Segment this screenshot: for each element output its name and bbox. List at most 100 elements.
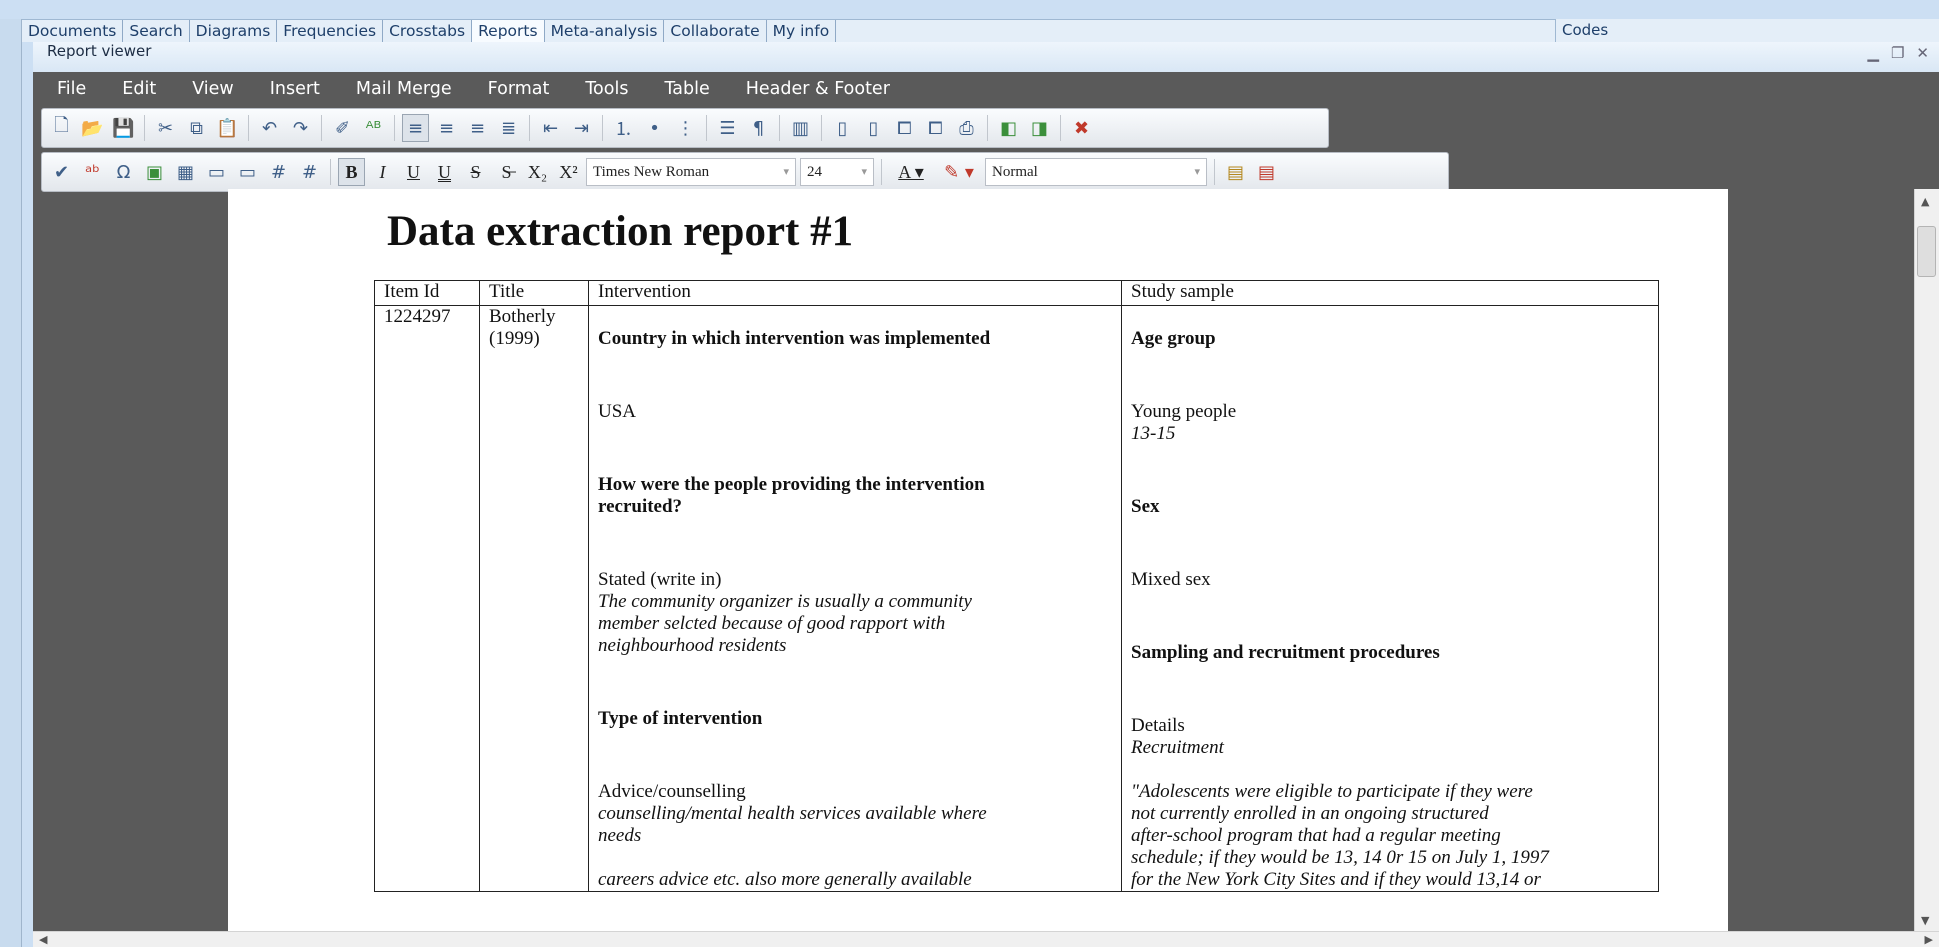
window-titlebar: Report viewer ▁ ❐ ✕ xyxy=(33,42,1939,72)
redo-icon[interactable]: ↷ xyxy=(287,114,314,142)
decrease-indent-icon[interactable]: ⇤ xyxy=(537,114,564,142)
page-setup-icon[interactable]: ▯ xyxy=(829,114,856,142)
vertical-scroll-thumb[interactable] xyxy=(1917,226,1936,277)
tab-my-info[interactable]: My info xyxy=(767,20,837,42)
intervention-question: Type of intervention xyxy=(598,708,763,729)
vertical-scrollbar[interactable]: ▲ ▼ xyxy=(1914,189,1939,931)
insert-image-icon[interactable]: ▣ xyxy=(141,158,168,186)
report-table: Item Id Title Intervention Study sample … xyxy=(374,280,1659,892)
insert-footer-icon[interactable]: ▭ xyxy=(234,158,261,186)
sample-quote: "Adolescents were eligible to participat… xyxy=(1131,781,1533,802)
insert-date-icon[interactable]: ▤ xyxy=(1222,158,1249,186)
font-family-select[interactable]: Times New Roman xyxy=(586,158,796,186)
menu-table[interactable]: Table xyxy=(646,79,727,99)
format-painter-icon[interactable]: ✐ xyxy=(329,114,356,142)
double-underline-icon[interactable]: U xyxy=(431,158,458,186)
intervention-question: How were the people providing the interv… xyxy=(598,474,985,495)
tab-collaborate[interactable]: Collaborate xyxy=(664,20,767,42)
scroll-right-icon[interactable]: ▶ xyxy=(1925,933,1933,946)
subscript-icon[interactable]: X₂ xyxy=(524,158,551,186)
bullet-list-icon[interactable]: • xyxy=(641,114,668,142)
undo-icon[interactable]: ↶ xyxy=(256,114,283,142)
menu-insert[interactable]: Insert xyxy=(252,79,338,99)
columns-icon[interactable]: ▥ xyxy=(787,114,814,142)
paragraph-spacing-icon[interactable]: ☰ xyxy=(714,114,741,142)
insert-header-icon[interactable]: ▭ xyxy=(203,158,230,186)
open-folder-icon[interactable]: 📂 xyxy=(79,114,106,142)
cut-icon[interactable]: ✂ xyxy=(152,114,179,142)
highlight-color-icon[interactable]: ✎ ▾ xyxy=(937,158,981,186)
intervention-note: counselling/mental health services avail… xyxy=(598,803,987,824)
page-count-icon[interactable]: # xyxy=(296,158,323,186)
copy-icon[interactable]: ⧉ xyxy=(183,114,210,142)
bring-forward-icon[interactable]: ◧ xyxy=(995,114,1022,142)
paste-icon[interactable]: 📋 xyxy=(214,114,241,142)
restore-icon[interactable]: ❐ xyxy=(1891,46,1904,61)
page-number-icon[interactable]: # xyxy=(265,158,292,186)
send-backward-icon[interactable]: ◨ xyxy=(1026,114,1053,142)
print-preview-icon[interactable]: ⎙ xyxy=(953,114,980,142)
tab-frequencies[interactable]: Frequencies xyxy=(277,20,384,42)
align-right-icon[interactable]: ≡ xyxy=(464,114,491,142)
justify-icon[interactable]: ≣ xyxy=(495,114,522,142)
standard-toolbar: 🗋 📂 💾 ✂ ⧉ 📋 ↶ ↷ ✐ ᴬᴮ ≡ ≡ ≡ ≣ ⇤ ⇥ ⒈ • ⋮ ☰… xyxy=(41,108,1329,148)
menu-tools[interactable]: Tools xyxy=(567,79,646,99)
increase-indent-icon[interactable]: ⇥ xyxy=(568,114,595,142)
double-strikethrough-icon[interactable]: S̶ xyxy=(493,158,520,186)
italic-icon[interactable]: I xyxy=(369,158,396,186)
sample-answer: Mixed sex xyxy=(1131,569,1211,590)
multilevel-list-icon[interactable]: ⋮ xyxy=(672,114,699,142)
column-header: Item Id xyxy=(374,280,480,306)
insert-page-icon[interactable]: ⧠ xyxy=(891,114,918,142)
scroll-up-icon[interactable]: ▲ xyxy=(1921,195,1929,208)
paragraph-style-select[interactable]: Normal xyxy=(985,158,1207,186)
superscript-icon[interactable]: X² xyxy=(555,158,582,186)
left-panel-strip xyxy=(0,19,22,947)
exit-icon[interactable]: ✖ xyxy=(1068,114,1095,142)
scroll-left-icon[interactable]: ◀ xyxy=(39,933,47,946)
page-break-icon[interactable]: ⧠ xyxy=(922,114,949,142)
sample-question: Age group xyxy=(1131,328,1216,349)
sample-note: 13-15 xyxy=(1131,423,1176,444)
tab-search[interactable]: Search xyxy=(123,20,190,42)
intervention-note: The community organizer is usually a com… xyxy=(598,591,972,612)
bold-icon[interactable]: B xyxy=(338,158,365,186)
menu-view[interactable]: View xyxy=(174,79,252,99)
align-left-icon[interactable]: ≡ xyxy=(402,114,429,142)
menu-edit[interactable]: Edit xyxy=(104,79,174,99)
report-title: Data extraction report #1 xyxy=(387,208,854,255)
menu-file[interactable]: File xyxy=(39,79,104,99)
save-icon[interactable]: 💾 xyxy=(110,114,137,142)
font-color-icon[interactable]: A ▾ xyxy=(889,158,933,186)
menu-mail-merge[interactable]: Mail Merge xyxy=(338,79,470,99)
menu-format[interactable]: Format xyxy=(470,79,568,99)
numbered-list-icon[interactable]: ⒈ xyxy=(610,114,637,142)
tab-reports[interactable]: Reports xyxy=(472,20,545,42)
close-icon[interactable]: ✕ xyxy=(1916,46,1929,61)
tab-diagrams[interactable]: Diagrams xyxy=(190,20,278,42)
spell-check-icon[interactable]: ✔ xyxy=(48,158,75,186)
minimize-icon[interactable]: ▁ xyxy=(1867,46,1879,61)
tab-documents[interactable]: Documents xyxy=(22,20,124,42)
new-document-icon[interactable]: 🗋 xyxy=(48,114,75,142)
horizontal-scrollbar[interactable]: ◀ ▶ xyxy=(33,931,1939,947)
font-size-select[interactable]: 24 xyxy=(800,158,874,186)
align-center-icon[interactable]: ≡ xyxy=(433,114,460,142)
intervention-note: neighbourhood residents xyxy=(598,635,787,656)
find-replace-icon[interactable]: ᴬᴮ xyxy=(360,114,387,142)
spelling-options-icon[interactable]: ᵃᵇ xyxy=(79,158,106,186)
show-formatting-icon[interactable]: ¶ xyxy=(745,114,772,142)
sample-quote: schedule; if they would be 13, 14 0r 15 … xyxy=(1131,847,1549,868)
strikethrough-icon[interactable]: S xyxy=(462,158,489,186)
insert-table-icon[interactable]: ▦ xyxy=(172,158,199,186)
symbol-icon[interactable]: Ω xyxy=(110,158,137,186)
underline-icon[interactable]: U xyxy=(400,158,427,186)
tab-meta-analysis[interactable]: Meta-analysis xyxy=(545,20,665,42)
page-icon[interactable]: ▯ xyxy=(860,114,887,142)
insert-field-icon[interactable]: ▤ xyxy=(1253,158,1280,186)
tab-crosstabs[interactable]: Crosstabs xyxy=(383,20,473,42)
scroll-down-icon[interactable]: ▼ xyxy=(1921,914,1929,927)
column-header: Intervention xyxy=(588,280,1122,306)
sample-question: Sex xyxy=(1131,496,1160,517)
menu-header-footer[interactable]: Header & Footer xyxy=(728,79,908,99)
